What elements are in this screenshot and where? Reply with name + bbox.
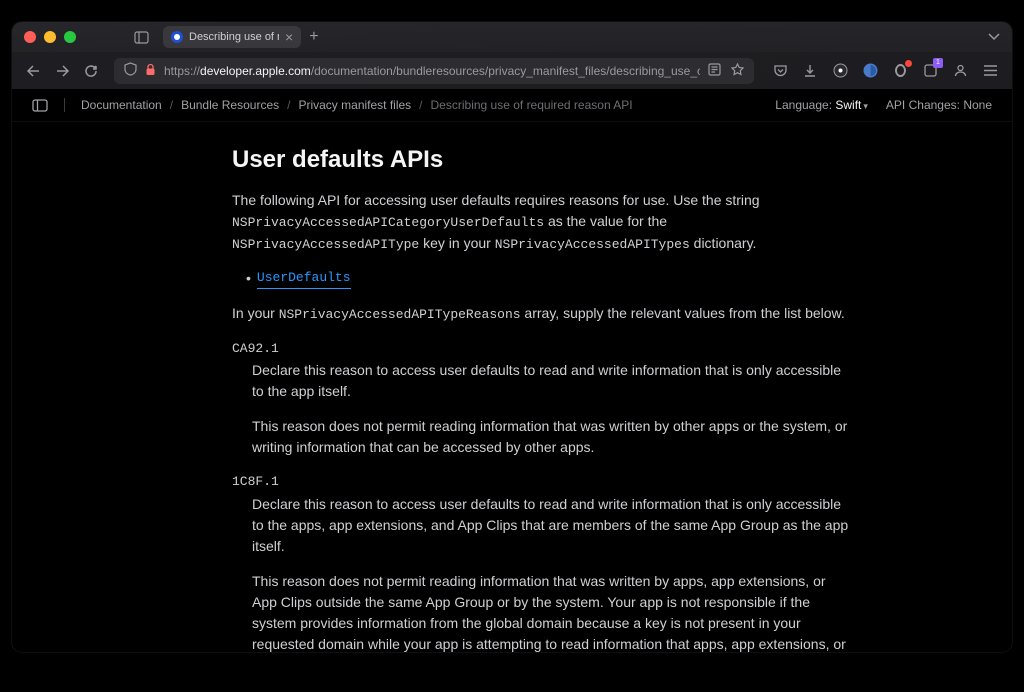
reason-paragraph: This reason does not permit reading info… — [252, 416, 852, 458]
browser-tab-active[interactable]: Describing use of required reas × — [163, 26, 301, 48]
extension-icon-3[interactable] — [892, 63, 908, 79]
tab-close-icon[interactable]: × — [285, 30, 293, 44]
breadcrumb-link-3[interactable]: Privacy manifest files — [298, 98, 411, 112]
menu-icon[interactable] — [982, 63, 998, 79]
pocket-icon[interactable] — [772, 63, 788, 79]
reason-item: 1C8F.1 Declare this reason to access use… — [232, 472, 852, 652]
reason-code: 1C8F.1 — [232, 472, 852, 492]
title-bar: Describing use of required reas × + — [12, 22, 1012, 52]
reason-paragraph: Declare this reason to access user defau… — [252, 360, 852, 402]
language-selector[interactable]: Language: Swift▾ — [775, 98, 868, 112]
reason-paragraph: Declare this reason to access user defau… — [252, 494, 852, 557]
breadcrumb-link-2[interactable]: Bundle Resources — [181, 98, 279, 112]
toolbar-right: 1 — [772, 63, 998, 79]
url-text: https://developer.apple.com/documentatio… — [164, 64, 700, 78]
account-icon[interactable] — [952, 63, 968, 79]
divider — [64, 98, 65, 112]
forward-button[interactable] — [55, 64, 70, 78]
doc-header-right: Language: Swift▾ API Changes: None — [775, 98, 992, 112]
close-window-button[interactable] — [24, 31, 36, 43]
new-tab-button[interactable]: + — [305, 28, 322, 46]
api-changes: API Changes: None — [886, 98, 992, 112]
instruction-paragraph: In your NSPrivacyAccessedAPITypeReasons … — [232, 303, 852, 325]
traffic-lights — [24, 31, 76, 43]
sidebar-toggle-icon[interactable] — [134, 31, 149, 44]
nav-buttons — [26, 64, 98, 78]
back-button[interactable] — [26, 64, 41, 78]
tab-bar: Describing use of required reas × + — [163, 26, 323, 48]
tab-favicon — [171, 31, 183, 43]
reason-code: CA92.1 — [232, 339, 852, 359]
bookmark-star-icon[interactable] — [731, 63, 744, 79]
lock-icon[interactable] — [145, 63, 156, 79]
reason-paragraph: This reason does not permit reading info… — [252, 571, 852, 653]
doc-header: Documentation/ Bundle Resources/ Privacy… — [12, 89, 1012, 122]
page-content[interactable]: User defaults APIs The following API for… — [12, 122, 1012, 652]
minimize-window-button[interactable] — [44, 31, 56, 43]
breadcrumb-link-1[interactable]: Documentation — [81, 98, 162, 112]
extension-icon-4[interactable]: 1 — [922, 63, 938, 79]
tracking-shield-icon[interactable] — [124, 62, 137, 79]
breadcrumb: Documentation/ Bundle Resources/ Privacy… — [81, 98, 633, 112]
extension-icon-2[interactable] — [862, 63, 878, 79]
breadcrumb-current: Describing use of required reason API — [431, 98, 633, 112]
browser-window: Describing use of required reas × + http… — [12, 22, 1012, 652]
toolbar: https://developer.apple.com/documentatio… — [12, 52, 1012, 89]
tabs-dropdown-button[interactable] — [988, 28, 1000, 46]
downloads-icon[interactable] — [802, 63, 818, 79]
tab-title: Describing use of required reas — [189, 31, 279, 43]
bullet-icon: • — [246, 268, 251, 289]
userdefaults-link[interactable]: UserDefaults — [257, 268, 351, 289]
reason-item: CA92.1 Declare this reason to access use… — [232, 339, 852, 459]
reader-mode-icon[interactable] — [708, 63, 721, 79]
api-link-item: • UserDefaults — [246, 268, 852, 289]
section-heading: User defaults APIs — [232, 142, 852, 178]
intro-paragraph: The following API for accessing user def… — [232, 190, 852, 254]
doc-sidebar-toggle[interactable] — [32, 99, 48, 112]
extension-icon-1[interactable] — [832, 63, 848, 79]
url-bar[interactable]: https://developer.apple.com/documentatio… — [114, 58, 754, 84]
reload-button[interactable] — [84, 64, 98, 78]
maximize-window-button[interactable] — [64, 31, 76, 43]
